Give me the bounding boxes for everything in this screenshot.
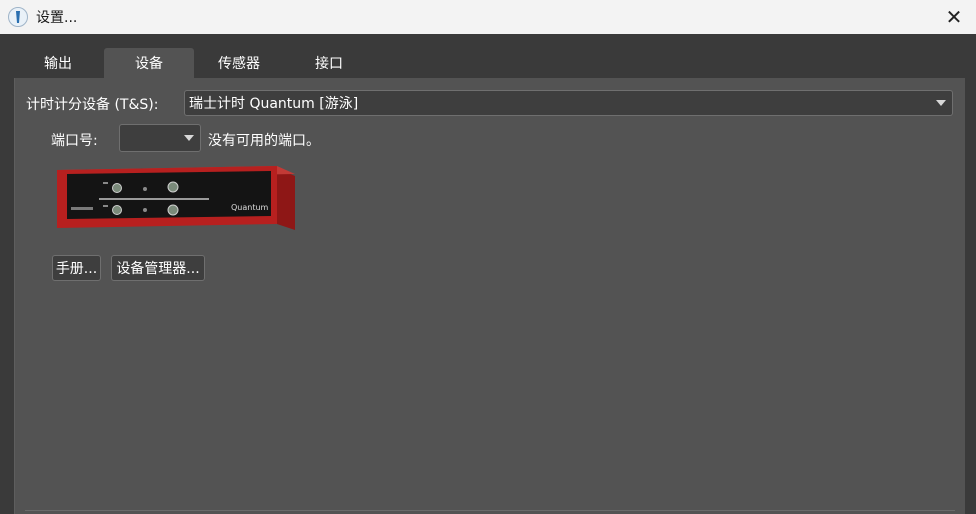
tab-interface[interactable]: 接口: [288, 48, 370, 78]
device-settings-panel: 计时计分设备 (T&S): 瑞士计时 Quantum [游泳] 端口号: 没有可…: [14, 78, 965, 514]
tab-strip: 输出 设备 传感器 接口: [0, 34, 976, 78]
device-brand-text: Quantum: [231, 203, 269, 212]
port-select[interactable]: [119, 124, 201, 152]
port-status-text: 没有可用的端口。: [208, 133, 320, 149]
panel-divider: [25, 510, 955, 511]
window-title: 设置...: [36, 10, 78, 26]
device-image: Quantum: [57, 166, 295, 230]
manual-button[interactable]: 手册...: [52, 255, 101, 281]
timing-device-label: 计时计分设备 (T&S):: [26, 97, 159, 113]
tab-device[interactable]: 设备: [104, 48, 194, 78]
timing-device-value: 瑞士计时 Quantum [游泳]: [189, 96, 359, 112]
port-label: 端口号:: [51, 133, 98, 149]
app-icon: [8, 7, 28, 27]
timing-device-select[interactable]: 瑞士计时 Quantum [游泳]: [184, 90, 953, 116]
chevron-down-icon: [184, 135, 194, 141]
chevron-down-icon: [936, 100, 946, 106]
device-manager-button[interactable]: 设备管理器...: [111, 255, 205, 281]
close-icon[interactable]: ✕: [940, 3, 968, 31]
tab-output[interactable]: 输出: [18, 48, 98, 78]
tab-sensor[interactable]: 传感器: [196, 48, 282, 78]
title-bar: 设置... ✕: [0, 0, 976, 34]
